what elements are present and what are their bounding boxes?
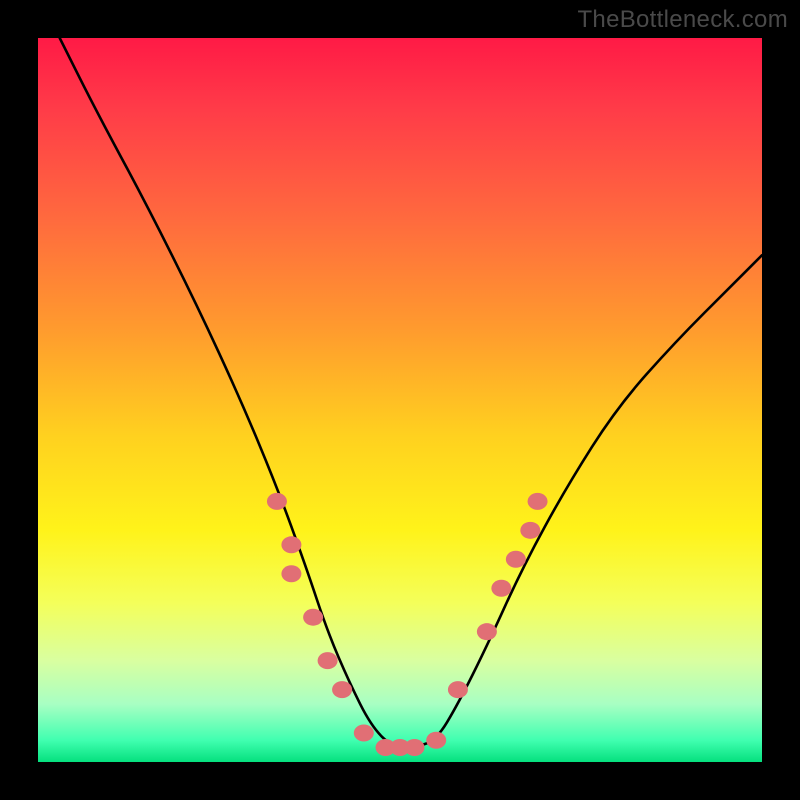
data-marker (491, 580, 511, 597)
data-marker (267, 493, 287, 510)
data-marker (506, 551, 526, 568)
curve-group (60, 38, 762, 748)
plot-area (38, 38, 762, 762)
data-marker (448, 681, 468, 698)
bottleneck-curve (60, 38, 762, 748)
data-marker (477, 623, 497, 640)
data-marker (318, 652, 338, 669)
data-marker (426, 732, 446, 749)
chart-frame: TheBottleneck.com (0, 0, 800, 800)
data-marker (332, 681, 352, 698)
data-marker (528, 493, 548, 510)
data-marker (520, 522, 540, 539)
data-marker (354, 725, 374, 742)
data-marker (281, 565, 301, 582)
data-marker (404, 739, 424, 756)
data-marker (281, 536, 301, 553)
bottleneck-chart-svg (38, 38, 762, 762)
watermark-text: TheBottleneck.com (577, 6, 788, 34)
data-marker (303, 609, 323, 626)
data-markers (267, 493, 548, 756)
